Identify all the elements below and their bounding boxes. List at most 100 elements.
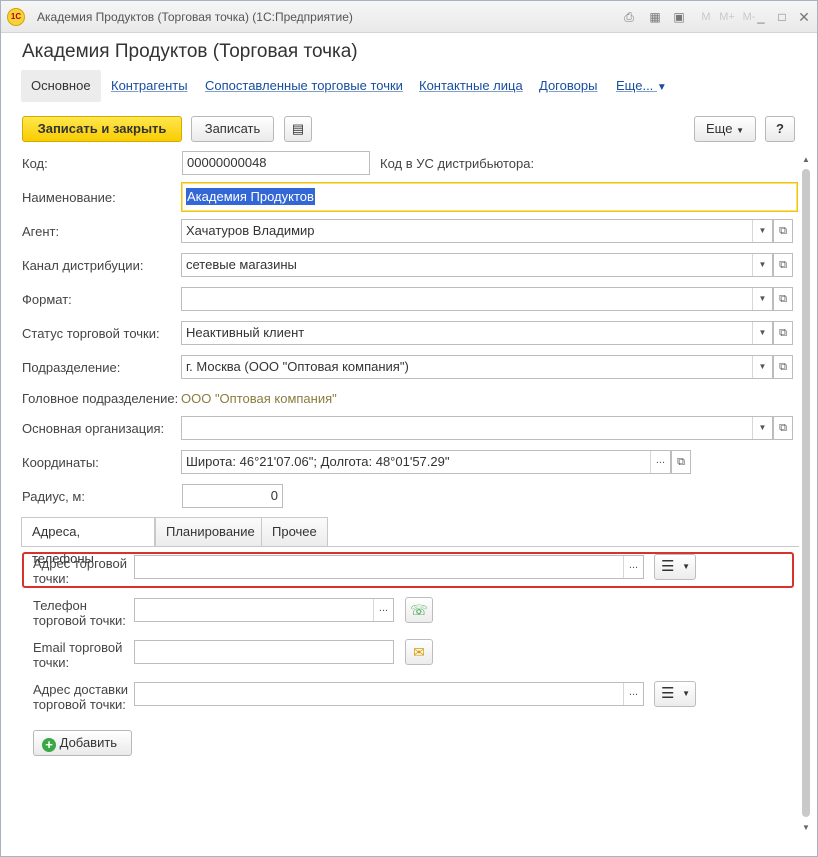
calculator-icon[interactable]: ▦ [647,9,663,25]
scroll-up-icon[interactable]: ▲ [801,155,811,165]
save-and-close-button[interactable]: Записать и закрыть [22,116,182,142]
list-icon[interactable]: ▤ [284,116,312,142]
nav-contacts[interactable]: Контактные лица [419,70,523,102]
format-label: Формат: [22,292,72,307]
outlet-phone-field[interactable]: ... [134,598,394,622]
phone-call-icon[interactable]: ☏ [405,597,433,623]
division-label: Подразделение: [22,360,121,375]
delivery-address-label: Адрес доставки торговой точки: [33,682,128,712]
outlet-phone-label-line2: торговой точки: [33,613,126,628]
coordinates-value: Широта: 46°21'07.06"; Долгота: 48°01'57.… [186,454,450,469]
select-dots-icon[interactable]: ... [373,599,393,621]
calendar-icon[interactable]: ▣ [671,9,687,25]
nav-contracts[interactable]: Договоры [539,70,597,102]
channel-value: сетевые магазины [186,257,297,272]
select-dots-icon[interactable]: ... [623,556,643,578]
outlet-phone-label-line1: Телефон [33,598,87,613]
coordinates-field[interactable]: Широта: 46°21'07.06"; Долгота: 48°01'57.… [181,450,671,474]
tab-addresses[interactable]: Адреса, телефоны [21,517,155,566]
minimize-icon[interactable]: _ [753,9,769,25]
scroll-thumb[interactable] [802,169,810,817]
add-button-label: Добавить [59,735,118,750]
status-label: Статус торговой точки: [22,326,160,341]
name-field-value: Академия Продуктов [186,188,315,205]
radius-field[interactable]: 0 [182,484,283,508]
page-title: Академия Продуктов (Торговая точка) [22,41,358,62]
agent-field[interactable]: Хачатуров Владимир ▼ [181,219,773,243]
agent-label: Агент: [22,224,60,239]
select-dots-icon[interactable]: ... [650,451,670,473]
radius-label: Радиус, м: [22,489,85,504]
open-icon[interactable]: ⧉ [773,321,793,345]
tab-other[interactable]: Прочее [261,517,328,546]
plus-icon: + [42,738,56,752]
outlet-address-label: Адрес торговой точки: [33,556,127,586]
print-icon[interactable]: ⎙ [621,9,637,25]
outlet-email-label-line1: Email торговой [33,640,123,655]
agent-value: Хачатуров Владимир [186,223,315,238]
status-value: Неактивный клиент [186,325,305,340]
head-division-label: Головное подразделение: [22,391,179,406]
division-field[interactable]: г. Москва (ООО "Оптовая компания") ▼ [181,355,773,379]
open-icon[interactable]: ⧉ [671,450,691,474]
outlet-email-field[interactable] [134,640,394,664]
memory-mplus-icon: M+ [719,11,735,23]
outlet-address-label-line1: Адрес торговой [33,556,128,571]
channel-field[interactable]: сетевые магазины ▼ [181,253,773,277]
head-division-value: ООО "Оптовая компания" [181,391,337,406]
vertical-scrollbar[interactable]: ▲ ▼ [799,151,813,837]
chevron-down-icon[interactable]: ▼ [752,288,772,310]
nav-more-label: Еще... [616,78,654,93]
tab-planning[interactable]: Планирование [155,517,262,546]
close-icon[interactable]: ✕ [796,9,812,25]
nav-main[interactable]: Основное [21,70,101,102]
chevron-down-icon[interactable]: ▼ [752,417,772,439]
nav-more[interactable]: Еще... ▼ [616,70,667,102]
delivery-address-label-line2: торговой точки: [33,697,126,712]
open-icon[interactable]: ⧉ [773,253,793,277]
delivery-menu-button[interactable]: ☰ ▼ [654,681,696,707]
division-value: г. Москва (ООО "Оптовая компания") [186,359,409,374]
name-field[interactable]: Академия Продуктов [181,182,798,212]
delivery-address-label-line1: Адрес доставки [33,682,129,697]
coordinates-label: Координаты: [22,455,99,470]
nav-counterparties[interactable]: Контрагенты [111,70,188,102]
distributor-code-label: Код в УС дистрибьютора: [380,156,535,171]
add-button[interactable]: + Добавить [33,730,132,756]
maximize-icon[interactable]: □ [774,9,790,25]
name-label: Наименование: [22,190,116,205]
open-icon[interactable]: ⧉ [773,219,793,243]
outlet-address-field[interactable]: ... [134,555,644,579]
chevron-down-icon[interactable]: ▼ [752,220,772,242]
chevron-down-icon: ▼ [656,82,667,93]
open-icon[interactable]: ⧉ [773,355,793,379]
open-icon[interactable]: ⧉ [773,287,793,311]
memory-m-icon: M [701,11,711,23]
chevron-down-icon[interactable]: ▼ [752,322,772,344]
select-dots-icon[interactable]: ... [623,683,643,705]
envelope-icon[interactable]: ✉ [405,639,433,665]
chevron-down-icon: ▼ [682,562,690,571]
chevron-down-icon[interactable]: ▼ [752,254,772,276]
save-button[interactable]: Записать [191,116,274,142]
chevron-down-icon: ▼ [736,126,744,135]
outlet-email-label-line2: точки: [33,655,70,670]
organization-field[interactable]: ▼ [181,416,773,440]
code-field[interactable]: 00000000048 [182,151,370,175]
address-menu-button[interactable]: ☰ ▼ [654,554,696,580]
app-logo-icon: 1С [7,8,25,26]
help-button[interactable]: ? [765,116,795,142]
title-bar: 1С Академия Продуктов (Торговая точка) (… [1,1,817,33]
format-field[interactable]: ▼ [181,287,773,311]
outlet-address-label-line2: точки: [33,571,70,586]
outlet-phone-label: Телефон торговой точки: [33,598,126,628]
open-icon[interactable]: ⧉ [773,416,793,440]
scroll-down-icon[interactable]: ▼ [801,823,811,833]
code-label: Код: [22,156,48,171]
channel-label: Канал дистрибуции: [22,258,144,273]
nav-matched-outlets[interactable]: Сопоставленные торговые точки [205,70,403,102]
chevron-down-icon[interactable]: ▼ [752,356,772,378]
more-menu-button[interactable]: Еще ▼ [694,116,756,142]
delivery-address-field[interactable]: ... [134,682,644,706]
status-field[interactable]: Неактивный клиент ▼ [181,321,773,345]
